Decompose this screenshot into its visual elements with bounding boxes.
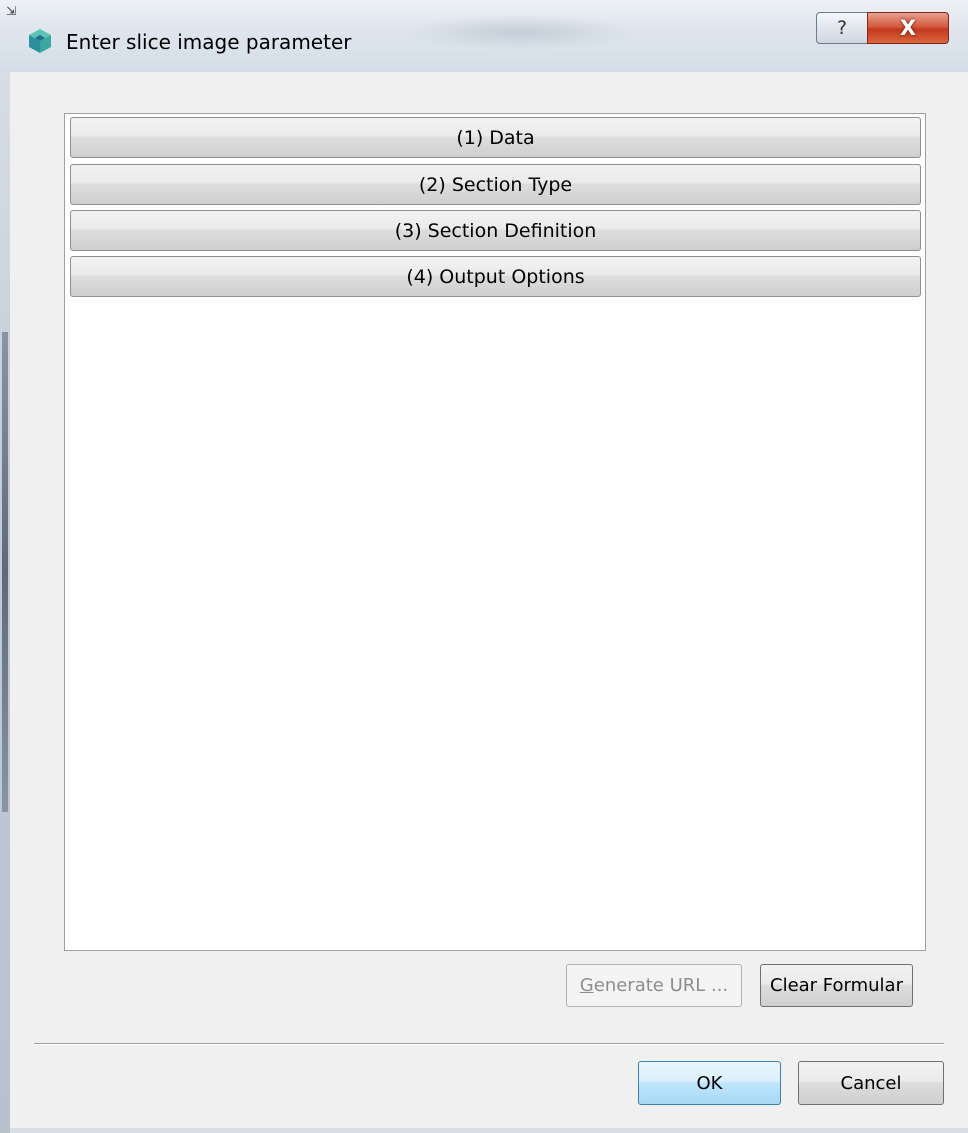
section-type-header[interactable]: (2) Section Type xyxy=(70,164,921,205)
generate-url-button[interactable]: Generate URL ... xyxy=(566,964,742,1007)
cancel-button[interactable]: Cancel xyxy=(798,1061,944,1105)
section-output-options-header[interactable]: (4) Output Options xyxy=(70,256,921,297)
generate-url-label: enerate URL ... xyxy=(593,975,729,996)
close-icon: X xyxy=(899,16,917,40)
section-data-header[interactable]: (1) Data xyxy=(70,117,921,158)
help-icon: ? xyxy=(836,17,848,39)
app-cube-icon xyxy=(29,29,51,53)
title-bar-blur xyxy=(400,14,640,50)
help-button[interactable]: ? xyxy=(816,12,868,44)
button-separator xyxy=(34,1043,944,1045)
resize-icon: ⇲ xyxy=(6,4,17,18)
window-left-border-shadow xyxy=(2,332,8,812)
clear-formular-button[interactable]: Clear Formular xyxy=(760,964,913,1007)
ok-button[interactable]: OK xyxy=(638,1061,781,1105)
generate-url-mnemonic: G xyxy=(579,975,594,996)
window-left-border xyxy=(0,72,10,1133)
dialog-window: ⇲ Enter slice image parameter ? X (1) Da… xyxy=(0,0,968,1133)
section-definition-header[interactable]: (3) Section Definition xyxy=(70,210,921,251)
window-title: Enter slice image parameter xyxy=(66,30,352,54)
title-bar[interactable]: ⇲ Enter slice image parameter ? X xyxy=(0,0,968,72)
close-button[interactable]: X xyxy=(867,12,949,44)
window-bottom-border xyxy=(10,1128,968,1133)
